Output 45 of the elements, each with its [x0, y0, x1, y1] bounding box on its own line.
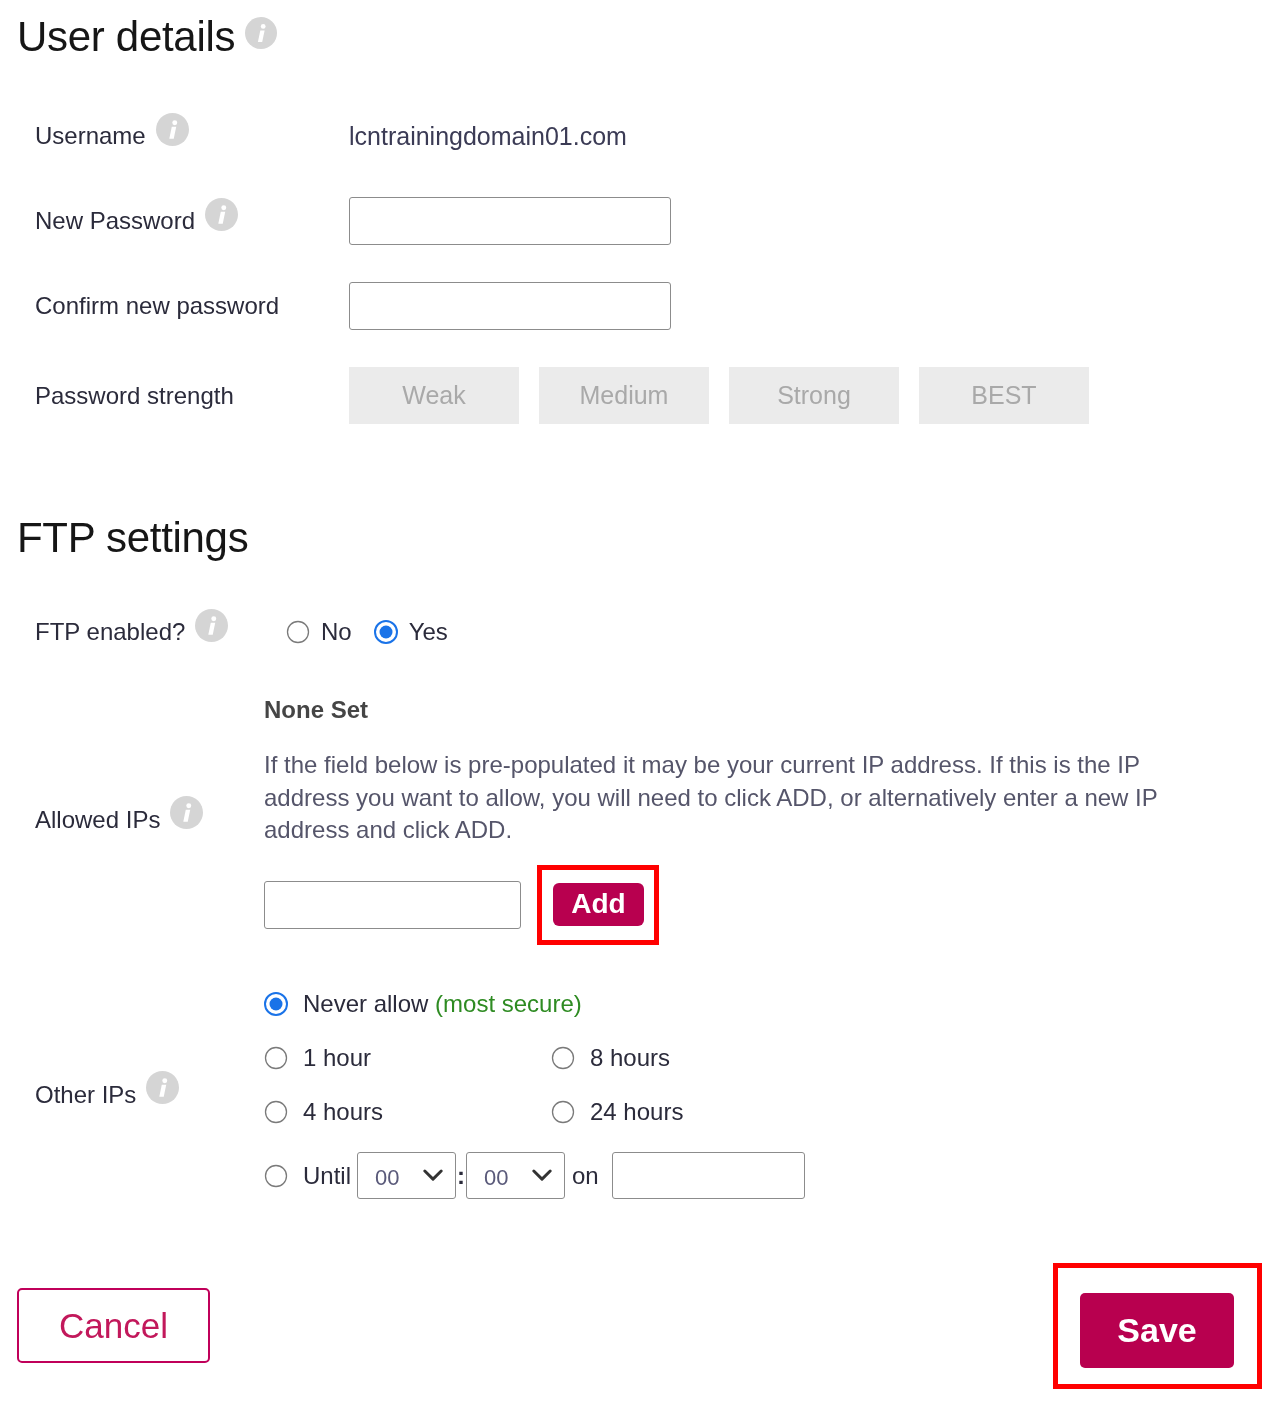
radio-label: 24 hours [590, 1097, 684, 1126]
radio-button[interactable] [264, 1163, 288, 1188]
radio-button[interactable] [286, 620, 310, 644]
field-label: Confirm new password [35, 292, 280, 320]
chevron-down-icon [532, 1169, 552, 1182]
ip-status-text: None Set [264, 695, 369, 725]
radio-label: Yes [408, 618, 448, 646]
radio-button[interactable] [373, 620, 398, 644]
field-label: Password strength [35, 381, 234, 410]
field-label: Allowed IPs [35, 805, 161, 834]
strength-segment: Medium [539, 367, 709, 424]
username-value: lcntrainingdomain01.com [349, 121, 627, 150]
time-select[interactable]: 00 [357, 1152, 456, 1199]
time-select[interactable]: 00 [466, 1152, 565, 1199]
radio-label: 4 hours [303, 1097, 384, 1126]
radio-button[interactable] [264, 1099, 288, 1124]
field-label: Other IPs [35, 1080, 137, 1109]
add-button[interactable]: Add [553, 882, 644, 926]
radio-label: No [321, 618, 352, 646]
field-label: Username [35, 122, 146, 150]
radio-label: Never allow (most secure) [303, 989, 582, 1018]
field-label: FTP enabled? [35, 618, 186, 646]
password-field[interactable] [349, 197, 671, 245]
radio-button[interactable] [551, 1099, 575, 1124]
date-label: on [572, 1161, 599, 1190]
section-title: FTP settings [17, 514, 249, 562]
strength-segment: BEST [919, 367, 1089, 424]
radio-button[interactable] [264, 991, 288, 1016]
chevron-down-icon [423, 1169, 443, 1182]
password-field[interactable] [349, 282, 671, 330]
save-button[interactable]: Save [1080, 1292, 1234, 1368]
field-label: New Password [35, 207, 196, 235]
radio-button[interactable] [264, 1045, 288, 1070]
radio-label: Until [303, 1161, 351, 1190]
radio-label: 1 hour [303, 1043, 372, 1072]
radio-button[interactable] [551, 1045, 575, 1070]
strength-segment: Strong [729, 367, 899, 424]
time-separator: : [457, 1161, 465, 1190]
section-title: User details [17, 13, 236, 61]
ip-address-field[interactable] [264, 880, 521, 929]
help-text: If the field below is pre-populated it may be your current IP address. If this is the IP address you want to allow, you will need to click ADD, or alternatively enter a new IP address and click ADD. [264, 750, 1159, 845]
date-field[interactable] [611, 1152, 805, 1199]
radio-label: 8 hours [590, 1043, 671, 1072]
cancel-button[interactable]: Cancel [17, 1288, 210, 1363]
strength-segment: Weak [349, 367, 519, 424]
